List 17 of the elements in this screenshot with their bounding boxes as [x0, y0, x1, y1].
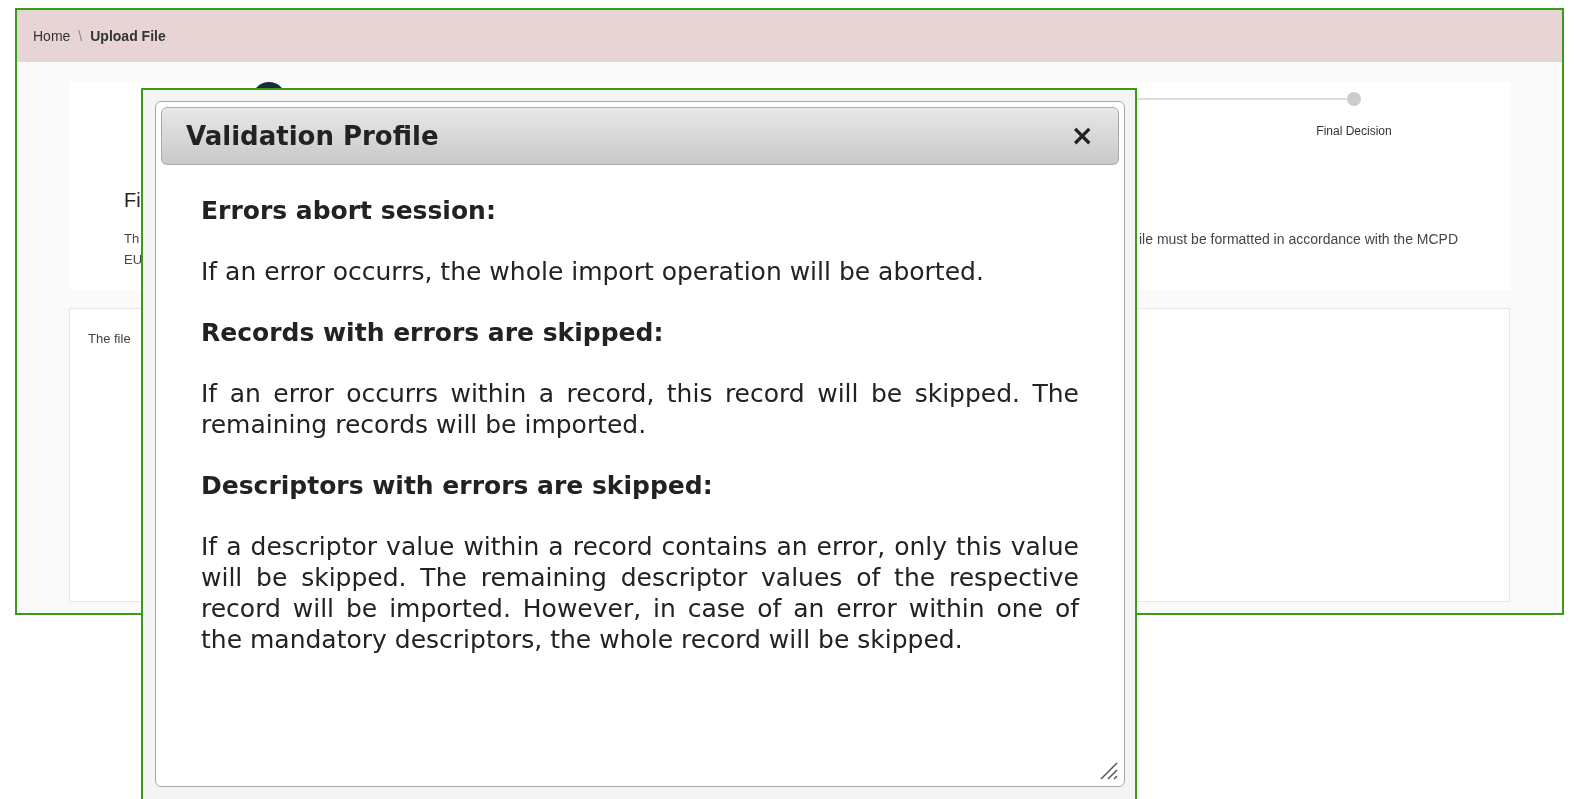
section-text: If an error occurrs, the whole import operation will be aborted. — [201, 256, 985, 287]
section-text: If a descriptor value within a record contains an error, only this value will be skipped. The remaining descriptor values of the respective record will be imported. However, in case of an error within one of the mandatory descriptors, the whole record will be skipped. — [201, 531, 1079, 655]
description-text: ile must be formatted in accordance with the MCPD — [1139, 230, 1459, 249]
section-heading: Fi — [124, 188, 141, 213]
description-text: Th — [124, 230, 140, 248]
close-button[interactable]: × — [1070, 122, 1094, 150]
breadcrumb-separator: \ — [78, 26, 83, 46]
step-label: Final Decision — [1316, 123, 1392, 140]
section-heading: Descriptors with errors are skipped: — [201, 470, 714, 501]
section-text: If an error occurrs within a record, this record will be skipped. The remaining records will be imported. — [201, 378, 1079, 440]
dialog-title: Validation Profile — [186, 119, 439, 153]
panel-text: The file — [88, 330, 131, 348]
breadcrumb-link[interactable]: Home — [33, 25, 71, 47]
description-text: EU — [124, 251, 143, 269]
section-heading: Errors abort session: — [201, 195, 497, 226]
section-heading: Records with errors are skipped: — [201, 317, 665, 348]
resize-handle-icon — [1098, 760, 1118, 780]
